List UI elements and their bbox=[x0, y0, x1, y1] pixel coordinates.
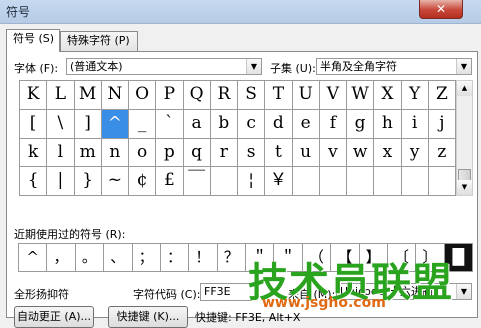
recent-symbol-cell[interactable]: ； bbox=[132, 244, 161, 272]
symbol-cell[interactable]: u bbox=[292, 138, 320, 168]
font-dropdown[interactable]: (普通文本) ▼ bbox=[66, 58, 262, 75]
scroll-down-icon[interactable]: ▼ bbox=[457, 180, 472, 195]
symbol-cell[interactable] bbox=[347, 167, 375, 196]
symbol-cell[interactable]: | bbox=[47, 167, 75, 196]
chevron-down-icon: ▼ bbox=[456, 284, 471, 299]
symbol-grid: K L M N O P Q R S T U V W X Y Z [\] ^ _ ` a b c d e f g h i j k l m n o p q r… bbox=[19, 80, 456, 196]
symbol-cell[interactable]: f bbox=[319, 109, 347, 139]
symbol-cell[interactable]: b bbox=[210, 109, 238, 139]
shortcut-key-button[interactable]: 快捷键 (K)... bbox=[108, 306, 188, 328]
recent-symbol-cell[interactable]: ， bbox=[47, 244, 76, 272]
symbol-cell[interactable]: N bbox=[101, 81, 129, 110]
symbol-cell[interactable]: S bbox=[238, 81, 266, 110]
symbol-cell[interactable]: k bbox=[20, 138, 48, 168]
chevron-down-icon: ▼ bbox=[456, 59, 471, 74]
symbol-cell[interactable]: Z bbox=[428, 81, 456, 110]
symbol-cell[interactable]: Y bbox=[401, 81, 429, 110]
symbol-cell[interactable]: e bbox=[292, 109, 320, 139]
symbol-cell[interactable]: q bbox=[183, 138, 211, 168]
autocorrect-button[interactable]: 自动更正 (A)... bbox=[14, 306, 94, 328]
char-code-value: FF3E bbox=[204, 285, 231, 298]
symbol-cell[interactable]: o bbox=[129, 138, 157, 168]
symbol-cell[interactable]: ^ bbox=[101, 109, 129, 139]
subset-label: 子集 (U): bbox=[270, 62, 316, 75]
font-label: 字体 (F): bbox=[14, 62, 59, 75]
symbol-cell[interactable]: O bbox=[129, 81, 157, 110]
symbol-cell[interactable]: £ bbox=[156, 167, 184, 196]
symbol-cell[interactable] bbox=[428, 167, 456, 196]
symbol-cell[interactable]: z bbox=[428, 138, 456, 168]
chevron-down-icon: ▼ bbox=[246, 59, 261, 74]
symbol-cell[interactable] bbox=[401, 167, 429, 196]
symbol-cell[interactable]: L bbox=[47, 81, 75, 110]
symbol-cell[interactable] bbox=[210, 167, 238, 196]
symbol-cell[interactable]: s bbox=[238, 138, 266, 168]
symbol-cell[interactable]: V bbox=[319, 81, 347, 110]
symbol-cell[interactable]: i bbox=[401, 109, 429, 139]
symbol-cell[interactable]: Q bbox=[183, 81, 211, 110]
symbol-cell[interactable]: h bbox=[374, 109, 402, 139]
subset-dropdown[interactable]: 半角及全角字符 ▼ bbox=[316, 58, 472, 75]
symbol-cell[interactable]: a bbox=[183, 109, 211, 139]
recent-symbol-cell[interactable]: 。 bbox=[75, 244, 105, 272]
subset-value: 半角及全角字符 bbox=[320, 60, 397, 73]
tab-symbols[interactable]: 符号 (S) bbox=[6, 29, 60, 52]
shortcut-key-text: 快捷键: FF3E, Alt+X bbox=[195, 311, 301, 324]
symbol-cell[interactable]: { bbox=[20, 167, 48, 196]
grid-scrollbar[interactable]: ▲ ▼ bbox=[456, 80, 473, 196]
title-bar: 符号 ✕ bbox=[0, 0, 481, 24]
font-value: (普通文本) bbox=[70, 60, 123, 73]
close-button[interactable]: ✕ bbox=[419, 0, 463, 19]
symbol-cell[interactable]: M bbox=[74, 81, 102, 110]
symbol-cell[interactable]: ` bbox=[156, 109, 184, 139]
symbol-cell[interactable]: n bbox=[101, 138, 129, 168]
symbol-cell[interactable]: } bbox=[74, 167, 102, 196]
symbol-cell[interactable]: ~ bbox=[101, 167, 129, 196]
symbol-cell[interactable]: y bbox=[401, 138, 429, 168]
char-code-label: 字符代码 (C): bbox=[133, 288, 201, 301]
tab-special-characters[interactable]: 特殊字符 (P) bbox=[60, 31, 138, 51]
symbol-cell[interactable]: t bbox=[265, 138, 293, 168]
symbol-cell[interactable]: v bbox=[319, 138, 347, 168]
recent-symbol-cell[interactable]: ^ bbox=[19, 244, 48, 272]
recent-symbols-label: 近期使用过的符号 (R): bbox=[14, 228, 126, 241]
symbol-cell[interactable]: ￥ bbox=[265, 167, 293, 196]
symbol-cell[interactable]: ￣ bbox=[183, 167, 211, 196]
close-icon: ✕ bbox=[435, 2, 447, 16]
recent-symbol-cell[interactable]: 、 bbox=[104, 244, 133, 272]
symbol-cell[interactable]: ¦ bbox=[238, 167, 266, 196]
symbol-cell[interactable]: j bbox=[428, 109, 456, 139]
symbol-cell[interactable]: ¢ bbox=[129, 167, 157, 196]
symbol-cell[interactable]: d bbox=[265, 109, 293, 139]
symbol-cell[interactable] bbox=[319, 167, 347, 196]
symbol-cell[interactable] bbox=[374, 167, 402, 196]
symbol-cell[interactable]: p bbox=[156, 138, 184, 168]
symbol-cell[interactable]: x bbox=[374, 138, 402, 168]
recent-symbol-cell[interactable]: ！ bbox=[189, 244, 218, 272]
symbol-cell[interactable]: \ bbox=[47, 109, 75, 139]
symbol-cell[interactable]: g bbox=[347, 109, 375, 139]
symbol-cell[interactable]: P bbox=[156, 81, 184, 110]
watermark-url: www.jsgho.com bbox=[262, 295, 386, 311]
window-title: 符号 bbox=[6, 5, 31, 19]
recent-symbol-cell[interactable]: ： bbox=[160, 244, 190, 272]
character-name: 全形扬抑符 bbox=[14, 288, 69, 301]
symbol-cell[interactable]: c bbox=[238, 109, 266, 139]
symbol-cell[interactable]: r bbox=[210, 138, 238, 168]
symbol-cell[interactable]: R bbox=[210, 81, 238, 110]
recent-symbol-cell[interactable]: ？ bbox=[217, 244, 246, 272]
symbol-cell[interactable]: W bbox=[347, 81, 375, 110]
symbol-cell[interactable]: m bbox=[74, 138, 102, 168]
symbol-cell[interactable]: T bbox=[265, 81, 293, 110]
symbol-cell[interactable]: K bbox=[20, 81, 48, 110]
symbol-cell[interactable] bbox=[292, 167, 320, 196]
symbol-cell[interactable]: l bbox=[47, 138, 75, 168]
symbol-cell[interactable]: ] bbox=[74, 109, 102, 139]
symbol-cell[interactable]: X bbox=[374, 81, 402, 110]
symbol-cell[interactable]: [ bbox=[20, 109, 48, 139]
scroll-up-icon[interactable]: ▲ bbox=[457, 81, 472, 96]
symbol-cell[interactable]: U bbox=[292, 81, 320, 110]
symbol-cell[interactable]: w bbox=[347, 138, 375, 168]
symbol-cell[interactable]: _ bbox=[129, 109, 157, 139]
